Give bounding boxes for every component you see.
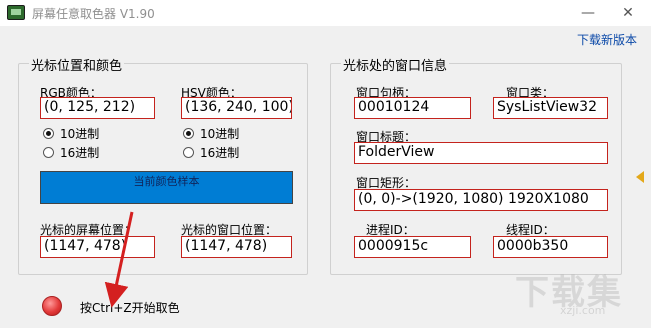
watermark-sub: xzji.com — [560, 304, 606, 317]
window-handle-field[interactable]: 00010124 — [354, 97, 471, 119]
current-color-swatch: 当前颜色样本 — [40, 171, 293, 204]
app-icon — [7, 5, 25, 20]
window-title: 屏幕任意取色器 V1.90 — [32, 7, 155, 21]
hsv-hex-radio[interactable]: 16进制 — [183, 144, 239, 161]
download-new-version-link[interactable]: 下载新版本 — [577, 31, 637, 48]
screen-position-field[interactable]: (1147, 478) — [40, 236, 155, 258]
thread-id-field[interactable]: 0000b350 — [493, 236, 608, 258]
radio-label: 16进制 — [200, 146, 240, 160]
window-class-field[interactable]: SysListView32 — [493, 97, 608, 119]
radio-unchecked-icon — [183, 147, 194, 158]
radio-label: 16进制 — [60, 146, 100, 160]
window-position-field[interactable]: (1147, 478) — [181, 236, 292, 258]
close-button[interactable]: ✕ — [608, 0, 648, 26]
rgb-decimal-radio[interactable]: 10进制 — [43, 125, 99, 142]
rgb-hex-radio[interactable]: 16进制 — [43, 144, 99, 161]
process-id-field[interactable]: 0000915c — [354, 236, 471, 258]
group-title: 光标处的窗口信息 — [341, 55, 450, 74]
hsv-decimal-radio[interactable]: 10进制 — [183, 125, 239, 142]
radio-label: 10进制 — [200, 127, 240, 141]
window-rect-field[interactable]: (0, 0)->(1920, 1080) 1920X1080 — [354, 189, 608, 211]
capture-status-indicator — [42, 296, 62, 316]
radio-checked-icon — [43, 128, 54, 139]
rgb-value-field[interactable]: (0, 125, 212) — [40, 97, 155, 119]
radio-label: 10进制 — [60, 127, 100, 141]
radio-unchecked-icon — [43, 147, 54, 158]
collapse-arrow-icon[interactable] — [636, 171, 644, 183]
title-bar: 屏幕任意取色器 V1.90 — ✕ — [0, 0, 651, 26]
window-title-field[interactable]: FolderView — [354, 142, 608, 164]
hotkey-hint: 按Ctrl+Z开始取色 — [80, 301, 180, 315]
hsv-value-field[interactable]: (136, 240, 100) — [181, 97, 292, 119]
group-title: 光标位置和颜色 — [29, 55, 125, 74]
radio-checked-icon — [183, 128, 194, 139]
minimize-button[interactable]: — — [568, 0, 608, 26]
